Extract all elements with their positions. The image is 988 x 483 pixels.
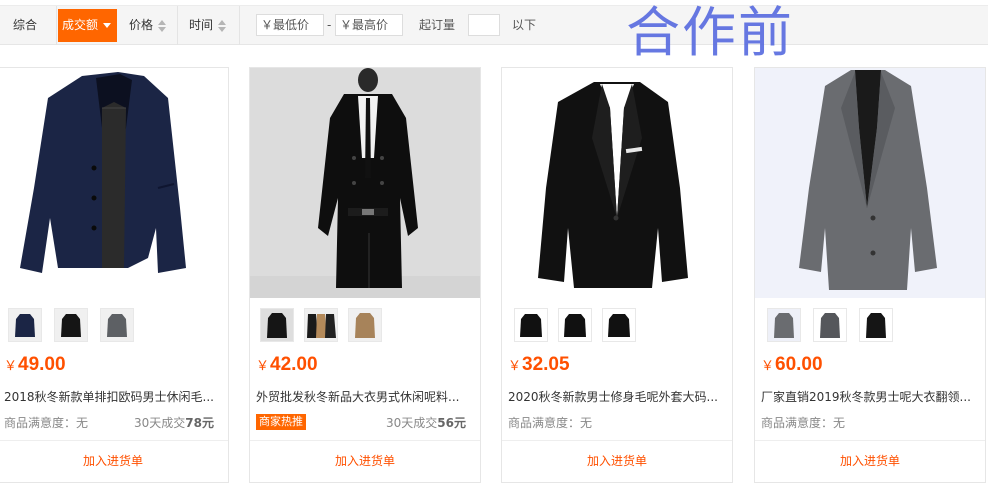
khaki-coat-thumb-icon[interactable]	[348, 308, 382, 342]
add-to-cart-button[interactable]: 加入进货单	[755, 452, 985, 469]
price-min-placeholder: ￥最低价	[261, 18, 310, 32]
product-meta: 商品满意度：无	[508, 414, 722, 432]
product-image[interactable]	[502, 68, 732, 298]
merchant-recommend-badge: 商家热推	[256, 414, 306, 430]
product-price: ￥49.00	[4, 354, 66, 375]
product-card[interactable]: ￥49.00 2018秋冬新款单排扣欧码男士休闲毛... 商品满意度：无 30天…	[0, 67, 229, 483]
sales-info: 30天成交56元	[386, 416, 466, 430]
product-meta: 商家热推 30天成交56元	[256, 414, 470, 432]
sales-info: 30天成交78元	[134, 416, 214, 430]
min-order-input[interactable]	[468, 14, 500, 36]
black-blazer-icon	[502, 68, 732, 298]
satisfaction-text: 商品满意度：无	[761, 416, 846, 430]
watermark-text: 合作前	[626, 1, 794, 64]
price-max-placeholder: ￥最高价	[340, 18, 389, 32]
grey-coat-thumb-icon[interactable]	[767, 308, 801, 342]
card-divider	[250, 440, 480, 441]
add-to-cart-button[interactable]: 加入进货单	[250, 452, 480, 469]
black-coat-thumb-icon[interactable]	[260, 308, 294, 342]
satisfaction-text: 商品满意度：无	[4, 416, 89, 430]
add-to-cart-button[interactable]: 加入进货单	[0, 452, 228, 469]
product-meta: 商品满意度：无 30天成交78元	[4, 414, 218, 432]
product-image[interactable]	[250, 68, 480, 298]
satisfaction-text: 商品满意度：无	[508, 416, 593, 430]
black-blazer-thumb-icon[interactable]	[558, 308, 592, 342]
price-max-input[interactable]: ￥最高价	[335, 14, 403, 36]
price-range-dash: -	[327, 18, 332, 32]
product-price: ￥32.05	[508, 354, 570, 375]
card-divider	[0, 440, 228, 441]
card-divider	[502, 440, 732, 441]
camel-coat-thumb-icon[interactable]	[304, 308, 338, 342]
product-price: ￥42.00	[256, 354, 318, 375]
sort-desc-icon	[103, 23, 112, 28]
min-order-label: 起订量	[419, 18, 456, 32]
product-title[interactable]: 2018秋冬新款单排扣欧码男士休闲毛...	[4, 388, 218, 405]
navy-wool-overcoat-icon	[0, 68, 228, 298]
product-title[interactable]: 外贸批发秋冬新品大衣男式休闲呢料...	[256, 388, 470, 405]
product-image[interactable]	[755, 68, 985, 298]
sort-comprehensive-tab[interactable]: 综合	[0, 6, 57, 45]
product-card[interactable]: ￥32.05 2020秋冬新款男士修身毛呢外套大码... 商品满意度：无 加入进…	[501, 67, 733, 483]
navy-coat-thumb-icon[interactable]	[8, 308, 42, 342]
add-to-cart-button[interactable]: 加入进货单	[502, 452, 732, 469]
sort-comprehensive-label: 综合	[13, 18, 38, 32]
sort-sales-tab[interactable]: 成交额	[58, 9, 117, 42]
sort-filter-bar: 综合 成交额 价格 时间 ￥最低价 - ￥最高价 起订量 以下	[0, 5, 988, 45]
card-divider	[755, 440, 985, 441]
black-coat-thumb-icon[interactable]	[54, 308, 88, 342]
black-coat-thumb-icon[interactable]	[859, 308, 893, 342]
product-image[interactable]	[0, 68, 228, 298]
black-double-breasted-coat-icon	[250, 68, 480, 298]
black-blazer-thumb-icon[interactable]	[602, 308, 636, 342]
sort-time-tab[interactable]: 时间	[178, 6, 240, 45]
sort-time-label: 时间	[189, 18, 214, 32]
grey-wool-overcoat-icon	[755, 68, 985, 298]
sort-price-tab[interactable]: 价格	[118, 6, 178, 45]
product-title[interactable]: 厂家直销2019秋冬款男士呢大衣翻领...	[761, 388, 975, 405]
black-blazer-thumb-icon[interactable]	[514, 308, 548, 342]
sort-toggle-icon	[217, 18, 227, 34]
product-card[interactable]: ￥42.00 外贸批发秋冬新品大衣男式休闲呢料... 商家热推 30天成交56元…	[249, 67, 481, 483]
sort-toggle-icon	[157, 18, 167, 34]
grey-coat-thumb-icon[interactable]	[813, 308, 847, 342]
sort-price-label: 价格	[129, 18, 154, 32]
below-label: 以下	[512, 18, 537, 32]
product-card[interactable]: ￥60.00 厂家直销2019秋冬款男士呢大衣翻领... 商品满意度：无 加入进…	[754, 67, 986, 483]
product-meta: 商品满意度：无	[761, 414, 975, 432]
sort-sales-label: 成交额	[62, 18, 99, 32]
product-title[interactable]: 2020秋冬新款男士修身毛呢外套大码...	[508, 388, 722, 405]
grey-coat-thumb-icon[interactable]	[100, 308, 134, 342]
price-min-input[interactable]: ￥最低价	[256, 14, 324, 36]
product-price: ￥60.00	[761, 354, 823, 375]
